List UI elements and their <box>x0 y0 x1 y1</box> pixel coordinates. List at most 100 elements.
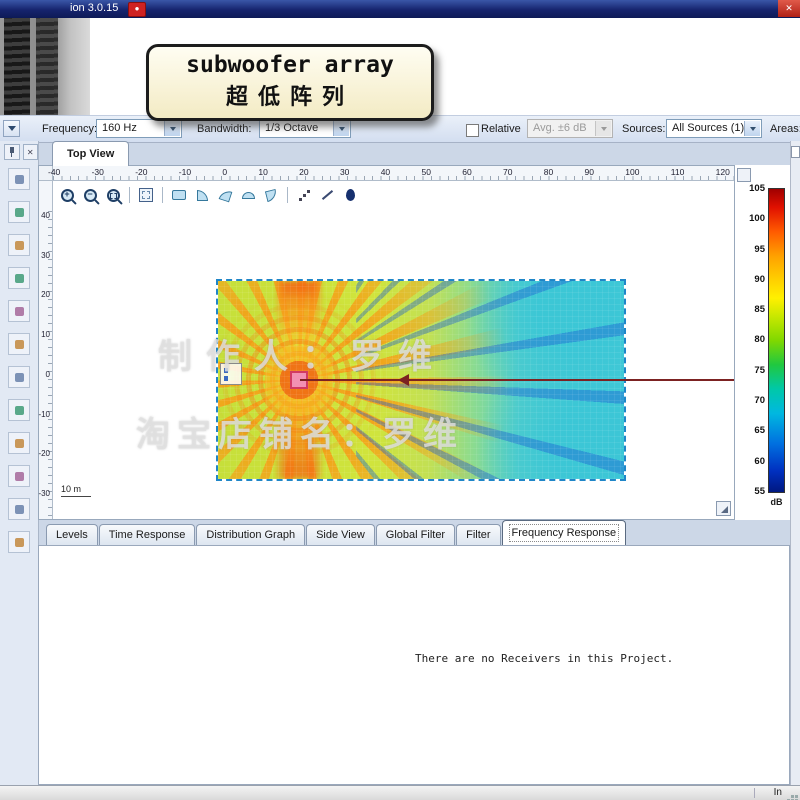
area-half-circle-tool[interactable] <box>238 186 258 204</box>
bottom-tab-label: Global Filter <box>385 529 446 541</box>
bottom-tab[interactable]: Filter <box>456 524 501 545</box>
close-button[interactable]: ✕ <box>778 0 800 17</box>
panel-dropdown-button[interactable] <box>3 120 20 137</box>
sidebar-tool-button[interactable] <box>8 201 30 223</box>
left-tool-rail: ✕ <box>0 141 39 785</box>
stairs-tool[interactable] <box>294 186 314 204</box>
sidebar-tool-button[interactable] <box>8 531 30 553</box>
sidebar-tool-button[interactable] <box>8 399 30 421</box>
sidebar-tool-button[interactable] <box>8 498 30 520</box>
ruler-tick-label: 110 <box>670 167 685 177</box>
toolbar-separator <box>162 187 163 203</box>
aim-line <box>300 379 734 381</box>
colorbar-options-button[interactable] <box>737 168 751 182</box>
ruler-tick-label: -30 <box>38 488 50 498</box>
ruler-tick-label: 90 <box>584 167 594 177</box>
scale-label: 10 m <box>61 484 91 497</box>
ruler-tick-label: -20 <box>38 449 50 459</box>
colorbar-tick-label: 105 <box>749 183 765 194</box>
ruler-tick-label: 30 <box>339 167 350 177</box>
relative-checkbox[interactable] <box>466 124 479 137</box>
bottom-tab[interactable]: Levels <box>46 524 98 545</box>
sidebar-tool-button[interactable] <box>8 234 30 256</box>
bottom-tab[interactable]: Side View <box>306 524 375 545</box>
array-symbol[interactable] <box>220 363 242 385</box>
bottom-tab[interactable]: Distribution Graph <box>196 524 306 545</box>
speaker-stack-left <box>4 18 30 115</box>
tab-top-view[interactable]: Top View <box>52 141 130 166</box>
ruler-tick-label: 50 <box>421 167 431 177</box>
bandwidth-select[interactable]: 1/3 Octave <box>259 119 351 138</box>
colorbar-tick-label: 60 <box>754 455 765 467</box>
tool-icon <box>14 174 24 184</box>
chevron-down-icon <box>333 121 349 136</box>
sidebar-tool-button[interactable] <box>8 465 30 487</box>
tool-icon <box>14 273 24 283</box>
ruler-tick-label: 80 <box>543 167 554 177</box>
callout-text-zh: 超低阵列 <box>225 84 354 109</box>
frequency-select[interactable]: 160 Hz <box>96 119 182 138</box>
ruler-tick-label: 60 <box>462 167 472 177</box>
areas-panel-button[interactable] <box>791 146 800 158</box>
chevron-down-icon <box>744 121 760 136</box>
callout-text-en: subwoofer array <box>186 52 394 78</box>
resize-grip[interactable] <box>795 795 798 798</box>
panel-close-button[interactable]: ✕ <box>22 144 38 160</box>
tool-icon <box>14 405 24 415</box>
tab-top-view-label: Top View <box>67 148 115 160</box>
line-tool[interactable] <box>317 186 337 204</box>
tool-icon <box>14 537 24 547</box>
speaker-array-image <box>0 18 90 115</box>
bottom-tab-label: Side View <box>316 529 365 541</box>
empty-message: There are no Receivers in this Project. <box>415 652 674 665</box>
averaging-select[interactable]: Avg. ±6 dB <box>527 119 613 138</box>
area-segment-tool[interactable] <box>261 186 281 204</box>
sidebar-tool-button[interactable] <box>8 432 30 454</box>
app-window: ion 3.0.15 ● ✕ subwoofer array 超低阵列 Freq… <box>0 0 800 800</box>
bottom-tab[interactable]: Time Response <box>98 524 196 545</box>
fit-view-button[interactable] <box>136 186 156 204</box>
sidebar-tool-button[interactable] <box>8 267 30 289</box>
bottom-tab-label: Levels <box>56 529 88 541</box>
view-toolbar: + − <box>57 186 360 204</box>
receiver-tool[interactable] <box>340 186 360 204</box>
area-rectangle-tool[interactable] <box>169 186 189 204</box>
tool-icon <box>14 471 24 481</box>
status-indicator: In <box>773 787 782 798</box>
area-arc-tool[interactable] <box>215 186 235 204</box>
zoom-window-button[interactable] <box>103 186 123 204</box>
colorbar-unit: dB <box>770 497 783 507</box>
tool-icon <box>14 372 24 382</box>
bottom-tab-label: Frequency Response <box>508 524 620 542</box>
bottom-tab[interactable]: Frequency Response <box>501 520 627 545</box>
panel-header: ✕ <box>0 141 38 168</box>
chevron-down-icon <box>7 126 16 131</box>
pin-icon <box>8 147 16 157</box>
bandwidth-label: Bandwidth: <box>197 123 252 135</box>
titlebar: ion 3.0.15 ● ✕ <box>0 0 800 18</box>
sidebar-tool-button[interactable] <box>8 168 30 190</box>
record-button[interactable]: ● <box>128 2 146 17</box>
sidebar-tool-button[interactable] <box>8 333 30 355</box>
corner-arrow-icon <box>721 506 728 513</box>
scale-indicator: 10 m <box>61 484 91 497</box>
sidebar-tool-button[interactable] <box>8 366 30 388</box>
bottom-tab[interactable]: Global Filter <box>375 524 456 545</box>
droplet-icon <box>345 189 355 201</box>
sidebar-tool-button[interactable] <box>8 300 30 322</box>
status-bar: In <box>0 785 800 800</box>
ruler-tick-label: 40 <box>380 167 391 177</box>
pan-corner-button[interactable] <box>716 501 731 516</box>
relative-label: Relative <box>481 123 521 135</box>
ruler-tick-label: 0 <box>45 369 50 379</box>
sources-select[interactable]: All Sources (1) <box>666 119 762 138</box>
viewport[interactable]: + − 制作人：罗维 淘宝店铺名：罗维 10 m <box>53 181 734 519</box>
zoom-in-button[interactable]: + <box>57 186 77 204</box>
chevron-down-icon <box>595 121 611 136</box>
ruler-vertical: 40 30 20 10 0 -10 -20 -30 <box>38 181 53 519</box>
colorbar-tick-label: 55 <box>754 485 765 497</box>
zoom-out-button[interactable]: − <box>80 186 100 204</box>
pin-button[interactable] <box>4 144 20 160</box>
area-quarter-circle-tool[interactable] <box>192 186 212 204</box>
zoom-window-icon <box>106 188 120 202</box>
